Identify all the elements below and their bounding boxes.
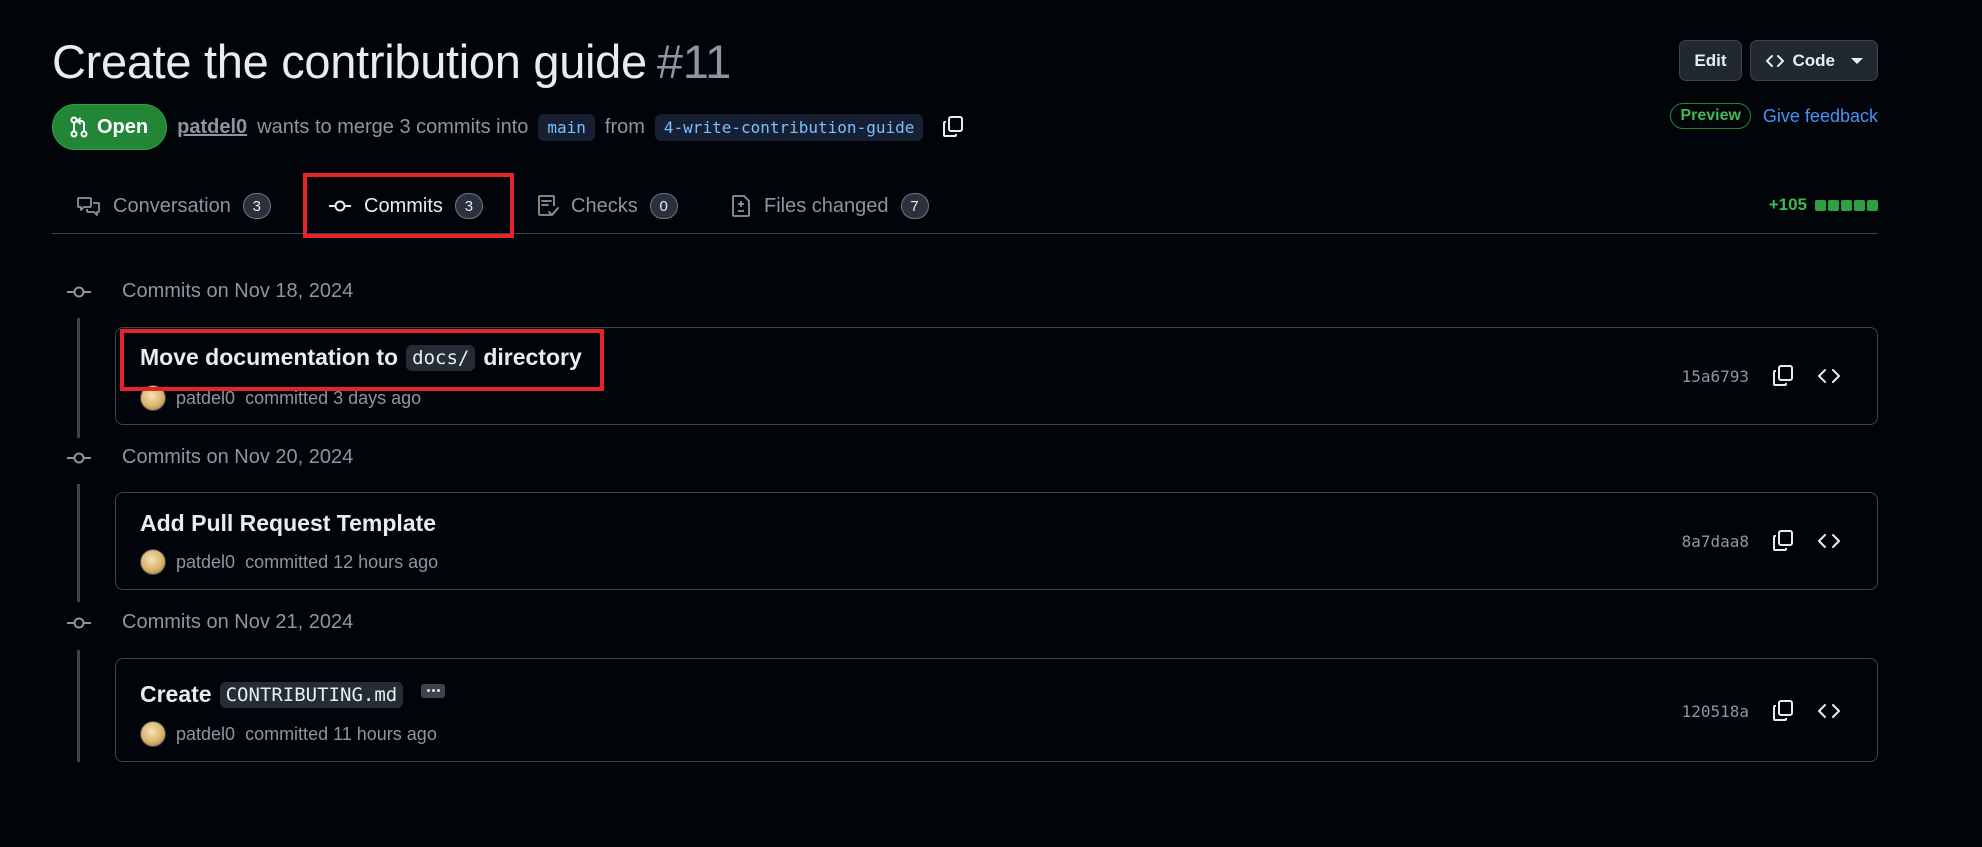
commit-card: Create CONTRIBUTING.md patdel0 committed… <box>115 658 1878 762</box>
commit-title-code: docs/ <box>406 344 476 371</box>
browse-code-button[interactable] <box>1817 531 1841 551</box>
pr-meta: Open patdel0 wants to merge 3 commits in… <box>52 104 965 150</box>
commit-meta: patdel0 committed 3 days ago <box>140 385 421 411</box>
commit-time: committed 3 days ago <box>245 387 422 408</box>
timeline-line <box>77 318 80 438</box>
commit-sha[interactable]: 120518a <box>1682 702 1749 721</box>
merge-text: wants to merge 3 commits into <box>257 115 529 138</box>
tab-commits-count: 3 <box>454 193 483 219</box>
copy-icon <box>1773 530 1793 551</box>
timeline-line <box>77 484 80 602</box>
preview-badge: Preview <box>1670 103 1751 129</box>
commit-group-heading: Commits on Nov 21, 2024 <box>66 611 353 634</box>
edit-button[interactable]: Edit <box>1679 40 1742 81</box>
commit-group-date: Commits on Nov 21, 2024 <box>122 611 354 633</box>
commit-meta: patdel0 committed 12 hours ago <box>140 549 438 575</box>
pr-title-text: Create the contribution guide <box>52 35 647 88</box>
head-branch[interactable]: 4-write-contribution-guide <box>654 113 924 141</box>
commit-title-code: CONTRIBUTING.md <box>219 681 404 708</box>
git-commit-icon <box>67 617 91 628</box>
code-icon <box>1765 54 1784 67</box>
diffstat-blocks <box>1815 199 1878 211</box>
tab-checks[interactable]: Checks 0 <box>537 178 678 234</box>
git-commit-icon <box>67 452 91 463</box>
copy-icon <box>1773 700 1793 721</box>
code-icon <box>1818 534 1840 548</box>
git-pull-request-icon <box>70 116 88 138</box>
commit-actions: 15a6793 <box>1682 364 1841 388</box>
git-commit-icon <box>67 286 91 297</box>
timeline-line <box>77 650 80 762</box>
tab-files-changed-label: Files changed <box>764 194 889 217</box>
file-diff-icon <box>732 195 750 217</box>
copy-sha-button[interactable] <box>1771 699 1795 723</box>
pr-title: Create the contribution guide #11 <box>52 34 731 89</box>
tab-conversation-count: 3 <box>242 193 271 219</box>
code-button-label: Code <box>1792 50 1836 70</box>
commit-title-text: Add Pull Request Template <box>140 510 437 536</box>
commit-actions: 8a7daa8 <box>1682 529 1841 553</box>
browse-code-button[interactable] <box>1817 701 1841 721</box>
commit-card: Move documentation to docs/ directory pa… <box>115 327 1878 425</box>
status-badge: Open <box>52 104 168 150</box>
tab-files-changed[interactable]: Files changed 7 <box>730 178 929 234</box>
commit-title-link[interactable]: Move documentation to docs/ directory <box>140 344 582 371</box>
commit-title-link[interactable]: Add Pull Request Template <box>140 510 436 537</box>
commit-sha[interactable]: 15a6793 <box>1682 367 1749 386</box>
commit-author[interactable]: patdel0 <box>176 552 235 573</box>
status-label: Open <box>97 115 149 138</box>
tab-checks-count: 0 <box>649 193 678 219</box>
commit-card: Add Pull Request Template patdel0 commit… <box>115 492 1878 590</box>
commit-title-text: Create <box>140 681 212 707</box>
tab-files-changed-count: 7 <box>900 193 929 219</box>
commit-time: committed 11 hours ago <box>245 723 437 744</box>
tab-conversation-label: Conversation <box>113 194 231 217</box>
pr-tabs: Conversation 3 Commits 3 Checks 0 Files … <box>52 178 1878 234</box>
copy-branch-button[interactable] <box>941 115 965 139</box>
copy-sha-button[interactable] <box>1771 364 1795 388</box>
pr-number: #11 <box>656 35 731 88</box>
comment-discussion-icon <box>77 197 100 216</box>
commit-sha[interactable]: 8a7daa8 <box>1682 532 1749 551</box>
avatar[interactable] <box>140 549 166 575</box>
from-text: from <box>604 115 645 138</box>
checklist-icon <box>538 195 559 217</box>
avatar[interactable] <box>140 385 166 411</box>
commit-title-text: directory <box>483 344 582 370</box>
author-link[interactable]: patdel0 <box>177 116 247 139</box>
commit-group-date: Commits on Nov 20, 2024 <box>122 446 354 468</box>
commit-group-date: Commits on Nov 18, 2024 <box>122 280 354 302</box>
tab-checks-label: Checks <box>571 194 638 217</box>
commit-group-heading: Commits on Nov 18, 2024 <box>66 280 353 303</box>
copy-icon <box>1773 365 1793 386</box>
code-icon <box>1818 704 1840 718</box>
header-actions: Edit Code <box>1679 40 1878 81</box>
commit-title-link[interactable]: Create CONTRIBUTING.md <box>140 681 446 708</box>
commit-group-heading: Commits on Nov 20, 2024 <box>66 446 353 469</box>
chevron-down-icon <box>1851 57 1863 64</box>
commit-time: committed 12 hours ago <box>245 551 439 572</box>
base-branch[interactable]: main <box>538 113 595 141</box>
tab-commits[interactable]: Commits 3 <box>328 178 483 234</box>
copy-icon <box>943 116 964 137</box>
give-feedback-link[interactable]: Give feedback <box>1763 106 1878 127</box>
commit-author[interactable]: patdel0 <box>176 724 235 745</box>
commit-actions: 120518a <box>1682 699 1841 723</box>
copy-sha-button[interactable] <box>1771 529 1795 553</box>
expand-message-button[interactable] <box>421 683 446 698</box>
commit-title-text: Move documentation to <box>140 344 399 370</box>
code-button[interactable]: Code <box>1749 40 1878 81</box>
git-commit-icon <box>329 200 351 212</box>
avatar[interactable] <box>140 721 166 747</box>
tab-conversation[interactable]: Conversation 3 <box>77 178 271 234</box>
commit-author[interactable]: patdel0 <box>176 388 235 409</box>
diffstat-additions: +105 <box>1768 195 1807 214</box>
preview-row: Preview Give feedback <box>1670 103 1878 129</box>
diffstat: +105 <box>1769 195 1878 215</box>
browse-code-button[interactable] <box>1817 366 1841 386</box>
commit-meta: patdel0 committed 11 hours ago <box>140 721 437 747</box>
code-icon <box>1818 369 1840 383</box>
tab-commits-label: Commits <box>364 194 443 217</box>
